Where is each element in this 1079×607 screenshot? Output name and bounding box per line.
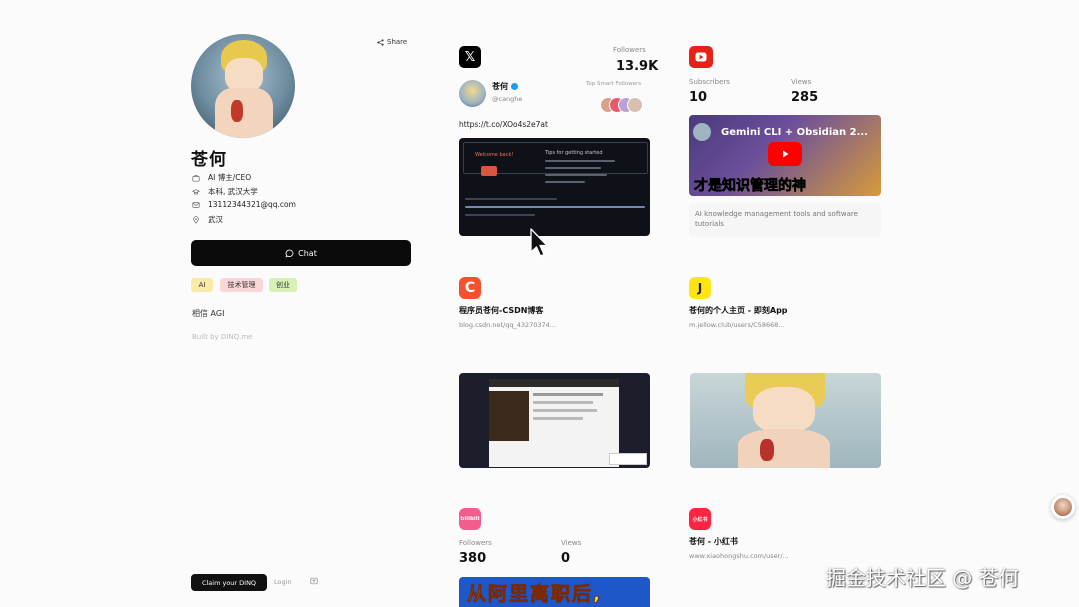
bilibili-banner-text: 从阿里离职后, <box>467 583 603 606</box>
youtube-views-label: Views <box>791 78 812 86</box>
x-followers-label: Followers <box>613 46 646 54</box>
tag-ai[interactable]: AI <box>191 278 213 292</box>
terminal-welcome: Welcome back! <box>475 152 514 158</box>
x-followers-count: 13.9K <box>616 59 659 74</box>
info-location-text: 武汉 <box>208 215 223 224</box>
tag-startup[interactable]: 创业 <box>269 278 297 292</box>
briefcase-icon <box>192 174 200 182</box>
bilibili-video-thumbnail[interactable]: 从阿里离职后, <box>459 577 650 607</box>
bilibili-logo-icon[interactable]: bilibili <box>459 508 481 530</box>
youtube-subscribers-count: 10 <box>689 90 708 105</box>
csdn-url[interactable]: blog.csdn.net/qq_43270374... <box>459 321 556 329</box>
smart-followers-avatars[interactable] <box>600 97 650 113</box>
x-logo-icon[interactable]: 𝕏 <box>459 46 481 68</box>
chat-label: Chat <box>298 248 317 258</box>
graduation-cap-icon <box>192 188 200 195</box>
jike-preview-image[interactable] <box>690 373 881 468</box>
bilibili-followers-label: Followers <box>459 539 492 547</box>
bilibili-views-count: 0 <box>561 551 571 566</box>
info-location: 武汉 <box>192 214 223 225</box>
x-user-avatar <box>459 80 486 107</box>
csdn-title[interactable]: 程序员苍何-CSDN博客 <box>459 305 543 316</box>
smart-follower-avatar <box>627 97 643 113</box>
mail-icon <box>192 201 200 208</box>
watermark-text: 掘金技术社区 @ 苍何 <box>826 566 1019 590</box>
profile-name: 苍何 <box>191 150 227 170</box>
profile-avatar <box>191 34 295 138</box>
x-bio-link[interactable]: https://t.co/XOo4s2e7at <box>459 120 548 129</box>
info-education-text: 本科, 武汉大学 <box>208 187 258 196</box>
jike-logo-icon[interactable]: J <box>689 277 711 299</box>
chat-button[interactable]: Chat <box>191 240 411 266</box>
profile-motto: 相信 AGI <box>192 309 225 318</box>
location-pin-icon <box>193 215 199 224</box>
x-display-name: 苍何 <box>492 81 518 92</box>
info-occupation: AI 博主/CEO <box>192 172 251 183</box>
csdn-preview-screenshot[interactable] <box>459 373 650 468</box>
channel-avatar <box>693 123 711 141</box>
tag-tech-management[interactable]: 技术管理 <box>220 278 263 292</box>
info-education: 本科, 武汉大学 <box>192 186 258 197</box>
bilibili-followers-count: 380 <box>459 551 487 566</box>
share-icon <box>377 38 384 46</box>
share-label: Share <box>387 38 408 46</box>
xiaohongshu-logo-icon[interactable]: 小红书 <box>689 508 711 530</box>
terminal-tips: Tips for getting started <box>545 150 603 156</box>
xiaohongshu-url[interactable]: www.xiaohongshu.com/user/... <box>689 552 789 560</box>
built-by-link[interactable]: Built by DINQ.me <box>192 333 252 341</box>
info-email: 13112344321@qq.com <box>192 200 296 209</box>
top-smart-followers-label: Top Smart Followers <box>586 81 642 87</box>
x-handle: @canghe <box>492 95 523 103</box>
youtube-logo-icon[interactable] <box>689 46 713 68</box>
x-display-name-text: 苍何 <box>492 82 508 91</box>
youtube-views-count: 285 <box>791 90 819 105</box>
youtube-video-thumbnail[interactable]: Gemini CLI + Obsidian 2... 才是知识管理的神 <box>689 115 881 196</box>
jike-title[interactable]: 苍何的个人主页 - 即刻App <box>689 305 788 316</box>
youtube-description: AI knowledge management tools and softwa… <box>689 203 881 237</box>
info-occupation-text: AI 博主/CEO <box>208 173 252 182</box>
play-button-icon[interactable] <box>768 142 802 166</box>
mouse-pointer-icon <box>530 228 548 257</box>
youtube-subscribers-label: Subscribers <box>689 78 730 86</box>
csdn-logo-icon[interactable]: C <box>459 277 481 299</box>
thumbnail-caption: 才是知识管理的神 <box>694 178 807 195</box>
login-link[interactable]: Login <box>274 578 292 586</box>
bilibili-views-label: Views <box>561 539 582 547</box>
thumbnail-title: Gemini CLI + Obsidian 2... <box>721 127 868 138</box>
x-tweet-media-terminal[interactable]: Welcome back! Tips for getting started <box>459 138 650 236</box>
floating-chat-avatar[interactable] <box>1051 495 1075 519</box>
chat-bubble-icon <box>285 249 294 257</box>
translate-icon[interactable] <box>310 577 318 585</box>
info-email-text: 13112344321@qq.com <box>208 200 296 209</box>
claim-dinq-button[interactable]: Claim your DINQ <box>191 574 267 591</box>
xiaohongshu-title[interactable]: 苍何 - 小红书 <box>689 536 738 547</box>
jike-url[interactable]: m.jellow.club/users/C58668... <box>689 321 785 329</box>
verified-badge-icon <box>511 83 518 90</box>
share-button[interactable]: Share <box>377 38 407 46</box>
